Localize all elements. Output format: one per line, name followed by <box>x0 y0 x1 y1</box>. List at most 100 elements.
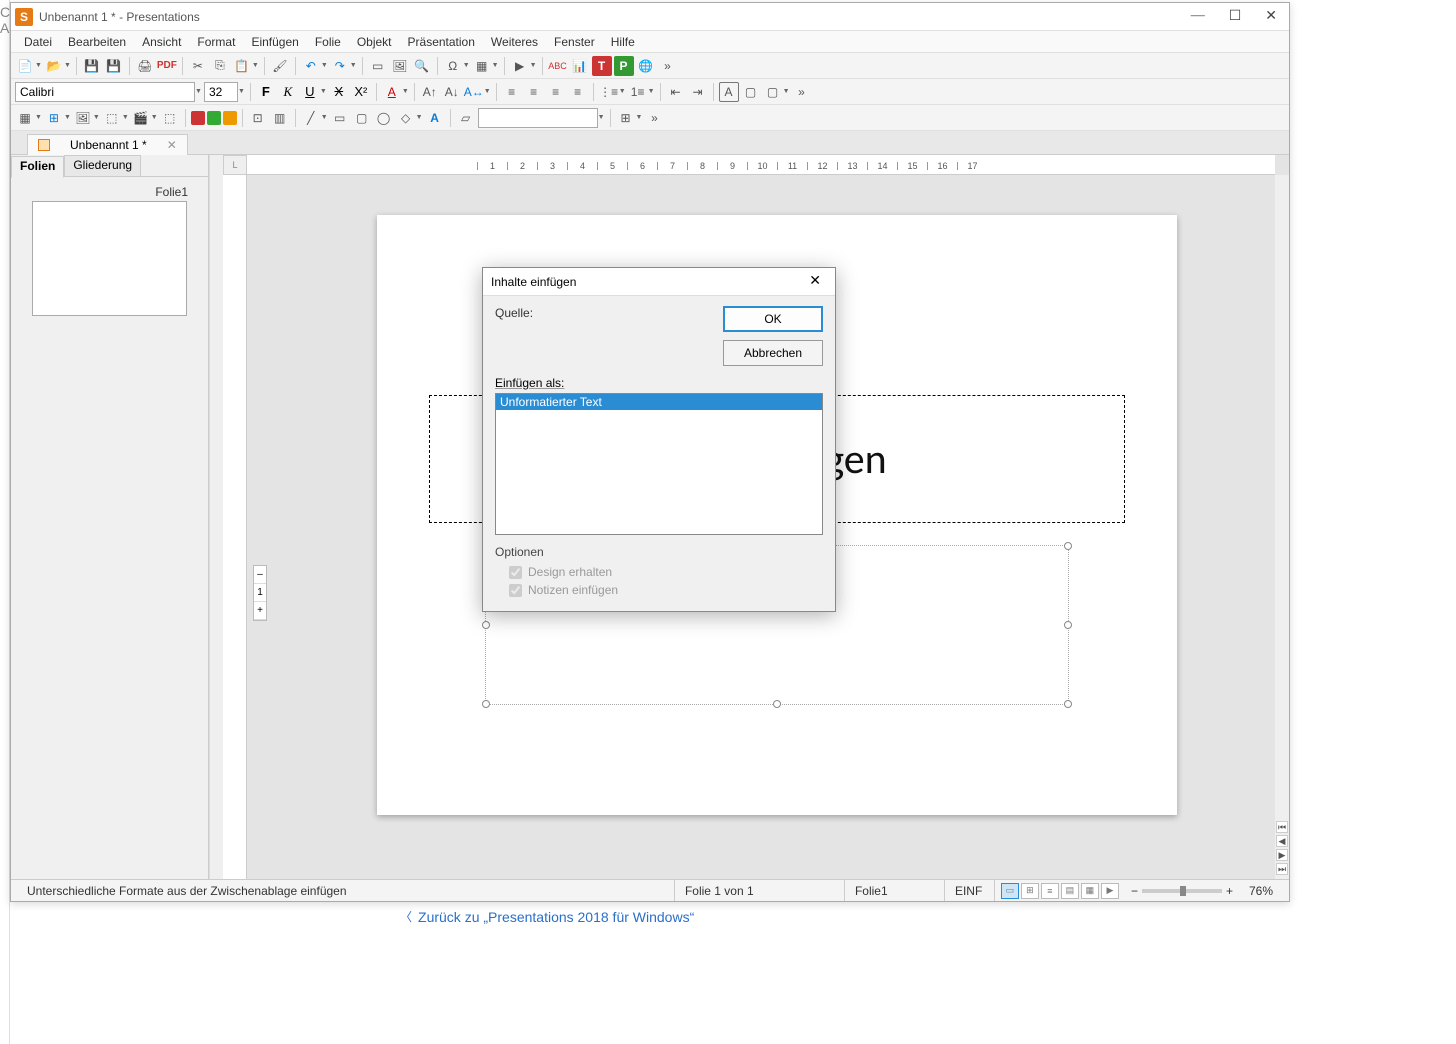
textmaker-icon[interactable]: T <box>592 56 612 76</box>
save-all-icon[interactable]: 💾 <box>104 56 124 76</box>
zoom-out-button[interactable]: – <box>254 566 266 584</box>
color-box-orange-icon[interactable] <box>223 111 237 125</box>
spellcheck-icon[interactable]: ABC <box>548 56 568 76</box>
new-slide-icon[interactable]: ▦ <box>15 108 35 128</box>
new-icon[interactable]: 📄 <box>15 56 35 76</box>
save-icon[interactable]: 💾 <box>82 56 102 76</box>
style-picker-icon[interactable]: ▱ <box>456 108 476 128</box>
paste-dropdown-icon[interactable]: ▼ <box>252 62 259 69</box>
bold-button[interactable]: F <box>256 82 276 102</box>
ok-button[interactable]: OK <box>723 306 823 332</box>
color-box-red-icon[interactable] <box>191 111 205 125</box>
cut-icon[interactable]: ✂ <box>188 56 208 76</box>
align-right-icon[interactable]: ≡ <box>546 82 566 102</box>
cancel-button[interactable]: Abbrechen <box>723 340 823 366</box>
zoom-thumb[interactable] <box>1180 886 1186 896</box>
chart-icon[interactable]: 📊 <box>570 56 590 76</box>
vertical-scrollbar[interactable]: ⏮ ◀ ▶ ⏭ <box>1275 175 1289 879</box>
close-button[interactable]: ✕ <box>1265 8 1277 25</box>
align-justify-icon[interactable]: ≡ <box>568 82 588 102</box>
resize-handle[interactable] <box>1064 542 1072 550</box>
italic-button[interactable]: K <box>278 82 298 102</box>
symbol-dropdown-icon[interactable]: ▼ <box>463 62 470 69</box>
resize-handle[interactable] <box>482 700 490 708</box>
menu-fenster[interactable]: Fenster <box>547 33 602 51</box>
resize-handle[interactable] <box>1064 621 1072 629</box>
status-mode[interactable]: EINF <box>945 880 995 901</box>
horizontal-ruler[interactable]: 1234567891011121314151617 <box>247 155 1275 175</box>
font-color-dropdown-icon[interactable]: ▼ <box>402 88 409 95</box>
slide-thumbnail[interactable] <box>32 201 187 316</box>
dialog-titlebar[interactable]: Inhalte einfügen ✕ <box>483 268 835 296</box>
object-dropdown[interactable]: ▼ <box>122 114 129 121</box>
font-name-dropdown-icon[interactable]: ▼ <box>195 88 202 95</box>
document-tab[interactable]: Unbenannt 1 * ✕ <box>27 134 188 155</box>
insert-textbox-icon[interactable]: ▭ <box>368 56 388 76</box>
indent-icon[interactable]: ⇥ <box>688 82 708 102</box>
panel-splitter[interactable] <box>209 155 223 879</box>
shapes-icon[interactable]: ◇ <box>396 108 416 128</box>
bullets-icon[interactable]: ⋮≡ <box>599 82 619 102</box>
style-combo[interactable] <box>478 108 598 128</box>
menu-folie[interactable]: Folie <box>308 33 348 51</box>
undo-icon[interactable]: ↶ <box>301 56 321 76</box>
numbering-icon[interactable]: 1≡ <box>628 82 648 102</box>
shapes-dropdown[interactable]: ▼ <box>416 114 423 121</box>
textbox-c-icon[interactable]: ▢ <box>763 82 783 102</box>
insert-table-icon[interactable]: ⊞ <box>44 108 64 128</box>
ellipse-icon[interactable]: ◯ <box>374 108 394 128</box>
zoom-plus-icon[interactable]: + <box>1226 884 1233 898</box>
view-notes-icon[interactable]: ▤ <box>1061 883 1079 899</box>
align-center-icon[interactable]: ≡ <box>524 82 544 102</box>
search-icon[interactable]: 🔍 <box>412 56 432 76</box>
insert-header-icon[interactable]: ▦ <box>472 56 492 76</box>
more-icon[interactable]: » <box>658 56 678 76</box>
insert-media-icon[interactable]: 🎬 <box>131 108 151 128</box>
underline-button[interactable]: U <box>300 82 320 102</box>
redo-dropdown-icon[interactable]: ▼ <box>350 62 357 69</box>
menu-bearbeiten[interactable]: Bearbeiten <box>61 33 133 51</box>
zoom-slider[interactable]: − + <box>1125 884 1239 898</box>
dialog-close-icon[interactable]: ✕ <box>803 271 827 292</box>
view-outline-icon[interactable]: ≡ <box>1041 883 1059 899</box>
more-object-icon[interactable]: » <box>644 108 664 128</box>
view-slideshow-icon[interactable]: ▶ <box>1101 883 1119 899</box>
zoom-in-button[interactable]: + <box>254 602 266 620</box>
line-dropdown[interactable]: ▼ <box>321 114 328 121</box>
textart-icon[interactable]: A <box>425 108 445 128</box>
first-slide-icon[interactable]: ⏮ <box>1276 821 1288 833</box>
menu-objekt[interactable]: Objekt <box>350 33 399 51</box>
line-icon[interactable]: ╱ <box>301 108 321 128</box>
increase-font-icon[interactable]: A↑ <box>420 82 440 102</box>
doc-tab-close-icon[interactable]: ✕ <box>167 138 177 152</box>
print-icon[interactable]: 🖨 <box>135 56 155 76</box>
slideshow-icon[interactable]: ▶ <box>510 56 530 76</box>
view-sorter-icon[interactable]: ⊞ <box>1021 883 1039 899</box>
menu-hilfe[interactable]: Hilfe <box>604 33 642 51</box>
format-paint-icon[interactable]: 🖌 <box>270 56 290 76</box>
menu-weiteres[interactable]: Weiteres <box>484 33 545 51</box>
menu-einfuegen[interactable]: Einfügen <box>244 33 305 51</box>
strikethrough-button[interactable]: X <box>329 82 349 102</box>
insert-image-icon[interactable]: 🖼 <box>390 56 410 76</box>
maximize-button[interactable]: ☐ <box>1229 8 1242 25</box>
table-dropdown[interactable]: ▼ <box>64 114 71 121</box>
insert-object-icon[interactable]: ⬚ <box>102 108 122 128</box>
color-box-green-icon[interactable] <box>207 111 221 125</box>
prev-slide-icon[interactable]: ◀ <box>1276 835 1288 847</box>
back-link[interactable]: 〈 Zurück zu „Presentations 2018 für Wind… <box>400 908 694 925</box>
outdent-icon[interactable]: ⇤ <box>666 82 686 102</box>
picture-dropdown[interactable]: ▼ <box>93 114 100 121</box>
underline-dropdown-icon[interactable]: ▼ <box>320 88 327 95</box>
header-dropdown-icon[interactable]: ▼ <box>492 62 499 69</box>
style-combo-dropdown[interactable]: ▼ <box>598 114 605 121</box>
textbox-dropdown-icon[interactable]: ▼ <box>783 88 790 95</box>
slideshow-dropdown-icon[interactable]: ▼ <box>530 62 537 69</box>
align-left-icon[interactable]: ≡ <box>502 82 522 102</box>
undo-dropdown-icon[interactable]: ▼ <box>321 62 328 69</box>
ungroup-icon[interactable]: ▥ <box>270 108 290 128</box>
minimize-button[interactable]: — <box>1191 8 1205 25</box>
char-spacing-icon[interactable]: A↔ <box>464 82 484 102</box>
resize-handle[interactable] <box>1064 700 1072 708</box>
planmaker-icon[interactable]: P <box>614 56 634 76</box>
